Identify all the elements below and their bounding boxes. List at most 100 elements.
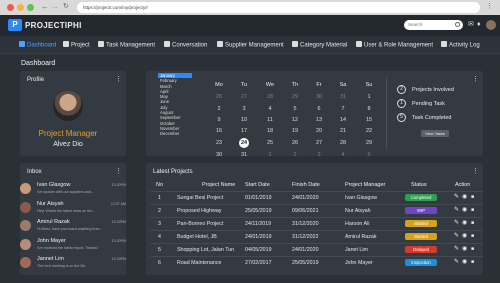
- calendar-day[interactable]: 10: [234, 117, 254, 123]
- view-icon[interactable]: ◉: [462, 246, 467, 253]
- inbox-message[interactable]: John Mayer I've received the latest repor…: [20, 237, 126, 256]
- calendar-day[interactable]: 24: [239, 138, 249, 148]
- inbox-message[interactable]: Ivan Glasgow I've spoken with our supplie…: [20, 181, 126, 200]
- column-header: Project Manager: [345, 182, 386, 188]
- calendar-day[interactable]: 27: [309, 140, 329, 146]
- calendar-menu-icon[interactable]: ⋮: [472, 76, 479, 83]
- profile-menu-icon[interactable]: ⋮: [115, 76, 122, 83]
- delete-icon[interactable]: ■: [471, 246, 474, 253]
- edit-icon[interactable]: ✎: [454, 233, 459, 240]
- edit-icon[interactable]: ✎: [454, 259, 459, 266]
- nav-dashboard[interactable]: Dashboard: [19, 41, 56, 50]
- back-arrow-icon[interactable]: ←: [41, 2, 49, 12]
- view-icon[interactable]: ◉: [462, 233, 467, 240]
- nav-activity-log[interactable]: Activity Log: [441, 41, 480, 50]
- stat-count: 1: [397, 99, 406, 108]
- view-icon[interactable]: ◉: [462, 220, 467, 227]
- nav-project[interactable]: Project: [63, 41, 90, 50]
- projects-menu-icon[interactable]: ⋮: [472, 168, 479, 175]
- calendar-day[interactable]: 11: [260, 117, 280, 123]
- calendar-day[interactable]: 30: [209, 152, 229, 158]
- sender-name: Nur Aisyah: [37, 200, 64, 207]
- delete-icon[interactable]: ■: [471, 207, 474, 214]
- calendar-day[interactable]: 21: [333, 128, 353, 134]
- calendar-day[interactable]: 3: [309, 152, 329, 158]
- calendar-day[interactable]: 29: [285, 94, 305, 100]
- reload-icon[interactable]: ↻: [63, 2, 69, 12]
- inbox-message[interactable]: Nur Aisyah Hey! What's the latest news on…: [20, 200, 126, 219]
- calendar-day[interactable]: 26: [209, 94, 229, 100]
- inbox-message[interactable]: Jannet Lim The next meeting is on the 9th…: [20, 255, 126, 274]
- sender-name: Jannet Lim: [37, 256, 64, 262]
- calendar-day[interactable]: 1: [359, 94, 379, 100]
- message-time: 12:30PM: [111, 183, 126, 187]
- nav-user-role-management[interactable]: User & Role Management: [356, 41, 433, 50]
- calendar-day[interactable]: 14: [333, 117, 353, 123]
- calendar-day[interactable]: 5: [359, 152, 379, 158]
- calendar-day[interactable]: 4: [260, 106, 280, 112]
- search-icon[interactable]: [455, 22, 460, 27]
- calendar-day[interactable]: 5: [285, 106, 305, 112]
- calendar-day[interactable]: 26: [285, 140, 305, 146]
- calendar-day[interactable]: 15: [359, 117, 379, 123]
- calendar-day[interactable]: 16: [209, 128, 229, 134]
- sender-name: Ivan Glasgow: [37, 182, 71, 188]
- calendar-day[interactable]: 7: [333, 106, 353, 112]
- nav-supplier-management[interactable]: Supplier Management: [217, 41, 284, 50]
- nav-conversation[interactable]: Conversation: [164, 41, 207, 50]
- calendar-day[interactable]: 2: [285, 152, 305, 158]
- maximize-window-dot[interactable]: [27, 4, 34, 11]
- view-icon[interactable]: ◉: [462, 207, 467, 214]
- view-tasks-button[interactable]: View Tasks: [421, 130, 449, 137]
- bell-icon[interactable]: ♦: [477, 21, 481, 29]
- calendar-day[interactable]: 9: [209, 117, 229, 123]
- close-window-dot[interactable]: [7, 4, 14, 11]
- month-item[interactable]: December: [158, 131, 192, 136]
- address-bar[interactable]: https://projectr.com/my/projecty/r: [77, 2, 480, 13]
- calendar-day[interactable]: 1: [260, 152, 280, 158]
- calendar-day[interactable]: 28: [333, 140, 353, 146]
- forward-arrow-icon[interactable]: →: [51, 2, 59, 12]
- table-cell: 24/01/2020: [292, 195, 319, 201]
- inbox-message[interactable]: Amirul Razak Hi Alvez, have you heard any…: [20, 218, 126, 237]
- calendar-day[interactable]: 17: [234, 128, 254, 134]
- calendar-day[interactable]: 13: [309, 117, 329, 123]
- calendar-day[interactable]: 23: [209, 140, 229, 146]
- browser-menu-icon[interactable]: ⋮: [486, 3, 493, 11]
- mail-icon[interactable]: ✉: [468, 21, 474, 29]
- calendar-day[interactable]: 6: [309, 106, 329, 112]
- delete-icon[interactable]: ■: [471, 194, 474, 201]
- edit-icon[interactable]: ✎: [454, 194, 459, 201]
- edit-icon[interactable]: ✎: [454, 207, 459, 214]
- calendar-day[interactable]: 22: [359, 128, 379, 134]
- table-cell: 09/06/2021: [292, 208, 319, 214]
- view-icon[interactable]: ◉: [462, 194, 467, 201]
- calendar-day[interactable]: 2: [209, 106, 229, 112]
- nav-task-management[interactable]: Task Management: [98, 41, 155, 50]
- calendar-day[interactable]: 3: [234, 106, 254, 112]
- edit-icon[interactable]: ✎: [454, 246, 459, 253]
- delete-icon[interactable]: ■: [471, 233, 474, 240]
- calendar-day[interactable]: 4: [333, 152, 353, 158]
- calendar-day[interactable]: 8: [359, 106, 379, 112]
- calendar-day[interactable]: 30: [309, 94, 329, 100]
- delete-icon[interactable]: ■: [471, 259, 474, 266]
- weekday-label: Fr: [316, 82, 322, 88]
- view-icon[interactable]: ◉: [462, 259, 467, 266]
- calendar-day[interactable]: 12: [285, 117, 305, 123]
- inbox-menu-icon[interactable]: ⋮: [115, 168, 122, 175]
- delete-icon[interactable]: ■: [471, 220, 474, 227]
- calendar-day[interactable]: 25: [260, 140, 280, 146]
- minimize-window-dot[interactable]: [17, 4, 24, 11]
- calendar-day[interactable]: 29: [359, 140, 379, 146]
- calendar-day[interactable]: 31: [333, 94, 353, 100]
- calendar-day[interactable]: 27: [234, 94, 254, 100]
- avatar[interactable]: [486, 20, 496, 30]
- edit-icon[interactable]: ✎: [454, 220, 459, 227]
- calendar-day[interactable]: 28: [260, 94, 280, 100]
- nav-category-material[interactable]: Category Material: [292, 41, 347, 50]
- calendar-day[interactable]: 19: [285, 128, 305, 134]
- calendar-day[interactable]: 20: [309, 128, 329, 134]
- calendar-day[interactable]: 18: [260, 128, 280, 134]
- calendar-day[interactable]: 31: [234, 152, 254, 158]
